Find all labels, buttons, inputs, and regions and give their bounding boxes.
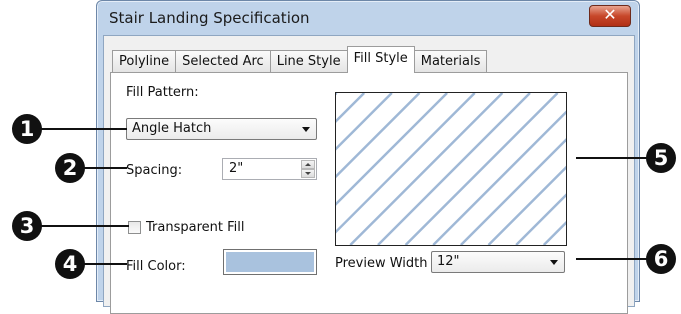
fill-color-swatch	[226, 252, 314, 272]
callout-badge-5: 5	[646, 143, 676, 173]
angle-hatch-pattern	[336, 93, 566, 245]
fill-preview	[335, 92, 567, 246]
spacing-label: Spacing:	[126, 163, 183, 178]
callout-leader-5	[576, 157, 656, 159]
hatch-line	[404, 93, 559, 245]
fill-pattern-value: Angle Hatch	[132, 121, 212, 136]
preview-width-dropdown[interactable]: 12"	[431, 251, 565, 273]
chevron-down-icon	[550, 260, 558, 265]
hatch-line	[459, 138, 566, 245]
callout-leader-6	[576, 258, 656, 260]
spacing-spinner	[301, 160, 315, 178]
dialog-client: Polyline Selected Arc Line Style Fill St…	[103, 35, 635, 314]
hatch-line	[487, 165, 566, 245]
callout-badge-6: 6	[646, 244, 676, 274]
hatch-line	[336, 93, 366, 123]
fill-pattern-dropdown[interactable]: Angle Hatch	[126, 118, 317, 140]
fill-color-label: Fill Color:	[126, 259, 186, 274]
hatch-line	[336, 93, 421, 179]
callout-badge-1: 1	[12, 114, 42, 144]
chevron-down-icon	[302, 127, 310, 132]
callout-leader-2	[79, 167, 127, 169]
spin-up-icon[interactable]	[301, 160, 315, 169]
fill-pattern-label: Fill Pattern:	[126, 85, 199, 100]
dialog-window: Stair Landing Specification ✕ Polyline S…	[96, 0, 640, 314]
spin-down-icon[interactable]	[301, 169, 315, 178]
callout-badge-4: 4	[55, 249, 85, 279]
title-bar[interactable]: Stair Landing Specification ✕	[97, 1, 639, 35]
spacing-input[interactable]: 2"	[222, 158, 317, 180]
close-button[interactable]: ✕	[589, 5, 631, 27]
fill-color-button[interactable]	[223, 249, 317, 275]
dialog-title: Stair Landing Specification	[109, 9, 310, 27]
hatch-line	[349, 93, 504, 245]
preview-width-label: Preview Width	[335, 256, 428, 271]
tab-selected-arc[interactable]: Selected Arc	[175, 50, 271, 73]
callout-leader-1	[36, 128, 127, 130]
hatch-line	[377, 93, 531, 245]
callout-leader-3	[36, 225, 129, 227]
fill-style-panel: Fill Pattern: Angle Hatch Spacing: 2" Tr…	[110, 72, 628, 314]
tab-fill-style[interactable]: Fill Style	[346, 46, 415, 73]
hatch-line	[336, 93, 448, 206]
hatch-line	[515, 193, 566, 245]
tab-materials[interactable]: Materials	[413, 50, 488, 73]
transparent-fill-checkbox[interactable]	[128, 221, 141, 234]
tab-strip: Polyline Selected Arc Line Style Fill St…	[112, 46, 488, 73]
hatch-line	[336, 93, 338, 96]
callout-leader-4	[79, 263, 127, 265]
transparent-fill-label: Transparent Fill	[146, 220, 245, 235]
spacing-value: 2"	[229, 161, 244, 176]
preview-width-value: 12"	[437, 254, 460, 269]
tab-polyline[interactable]: Polyline	[112, 50, 177, 73]
callout-badge-3: 3	[12, 211, 42, 241]
tab-line-style[interactable]: Line Style	[269, 50, 348, 73]
callout-badge-2: 2	[55, 153, 85, 183]
close-icon: ✕	[603, 5, 617, 24]
